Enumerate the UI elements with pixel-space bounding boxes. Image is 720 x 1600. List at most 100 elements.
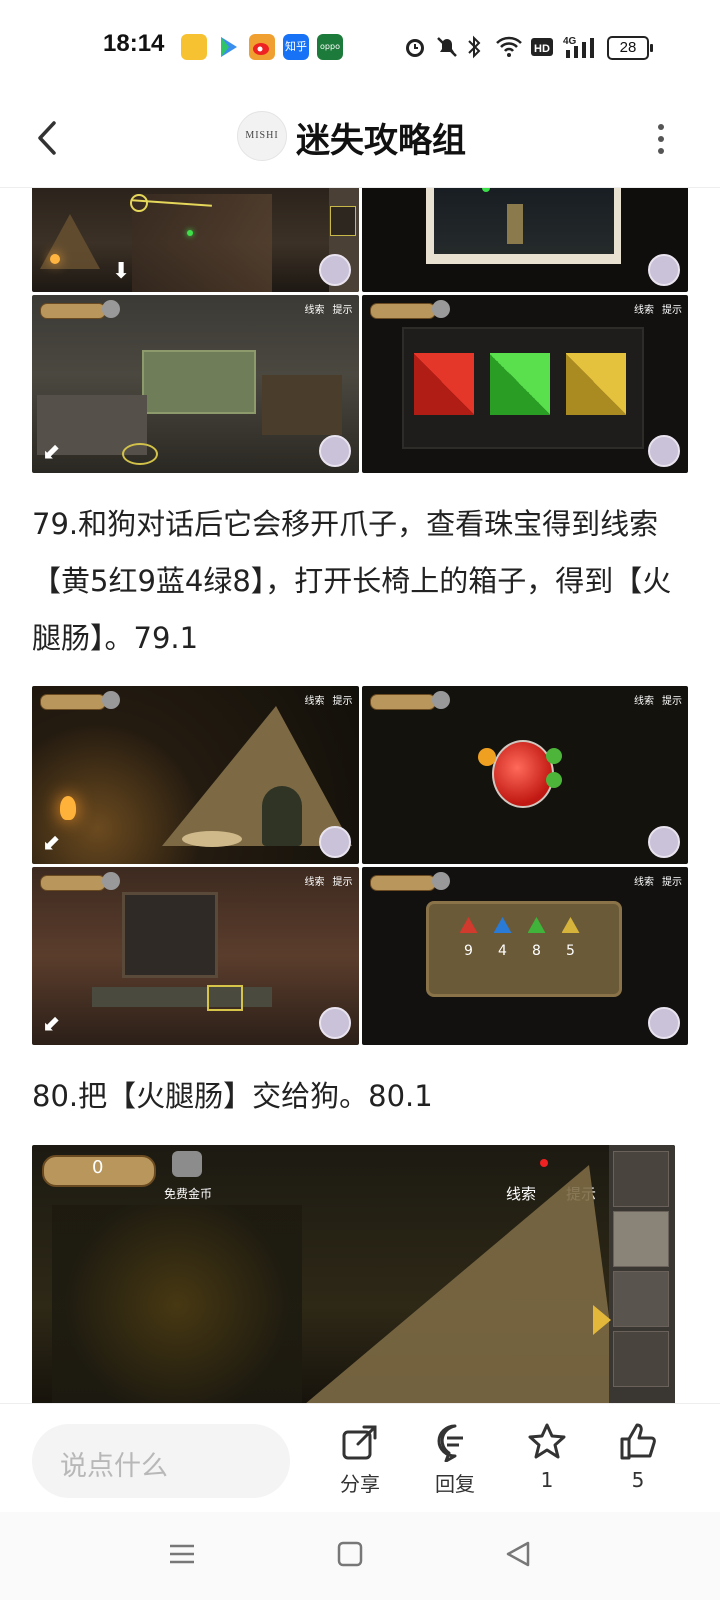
- comment-placeholder: 说点什么: [60, 1451, 168, 1482]
- step-80-text: 80.把【火腿肠】交给狗。80.1: [32, 1079, 433, 1113]
- game-screenshot-tent[interactable]: 线索 提示 ⬋: [32, 686, 359, 864]
- cat-avatar-icon: [318, 1007, 351, 1039]
- free-coins-icon[interactable]: [102, 300, 120, 318]
- home-icon[interactable]: [336, 1540, 364, 1572]
- box-highlight[interactable]: [207, 985, 243, 1011]
- coin-counter: [369, 694, 436, 710]
- clues-label[interactable]: 线索: [305, 873, 325, 888]
- game-screenshot-color-puzzle[interactable]: 线索 提示: [361, 295, 688, 473]
- game-screenshot-photo[interactable]: [361, 188, 688, 292]
- free-coins-icon[interactable]: [431, 300, 450, 318]
- free-coins-icon[interactable]: [102, 872, 120, 890]
- inventory-slot-4[interactable]: [613, 1331, 669, 1387]
- account-avatar[interactable]: MISHI: [237, 111, 287, 161]
- svg-text:HD: HD: [534, 43, 550, 55]
- battery-indicator: 28: [607, 36, 653, 60]
- back-scene-icon: ⬋: [42, 1012, 61, 1037]
- favorite-button[interactable]: 1: [512, 1422, 582, 1492]
- free-coins-icon[interactable]: [431, 691, 450, 709]
- star-icon: [528, 1423, 566, 1459]
- screenshot-grid-78: ⬇ 线索 提示 ⬋ 线索 提示: [32, 188, 688, 473]
- bluetooth-icon: [468, 35, 481, 59]
- mute-icon: [437, 37, 457, 57]
- hint-label[interactable]: 提示: [662, 692, 682, 707]
- free-coins-icon[interactable]: [102, 691, 120, 709]
- green-tile[interactable]: [489, 353, 550, 415]
- inventory-slot-1[interactable]: [613, 1151, 669, 1207]
- notes-app-icon: [181, 34, 207, 60]
- oppo-app-icon: oppo: [317, 34, 343, 60]
- screenshot-grid-79: 线索 提示 ⬋ 线索 提示 线索 提示 ⬋ 线索 提示 9 4 8 5: [32, 686, 688, 1045]
- free-coins-label[interactable]: 免费金币: [164, 1185, 212, 1202]
- back-arrow-icon[interactable]: [28, 113, 68, 163]
- clues-label[interactable]: 线索: [506, 1183, 536, 1204]
- red-tile[interactable]: [413, 353, 474, 415]
- down-arrow-icon: ⬇: [112, 259, 131, 284]
- cat-avatar-icon: [318, 826, 351, 858]
- clues-label[interactable]: 线索: [305, 301, 325, 316]
- hint-label[interactable]: 提示: [662, 873, 682, 888]
- more-menu-icon[interactable]: [654, 119, 668, 159]
- game-screenshot-tent-large[interactable]: 0 免费金币 线索 提示: [32, 1145, 675, 1403]
- cat-avatar-icon: [318, 435, 351, 467]
- hint-label[interactable]: 提示: [333, 301, 353, 316]
- yellow-tile[interactable]: [565, 353, 626, 415]
- cat-avatar-icon: [648, 254, 680, 286]
- game-screenshot-bedroom[interactable]: 线索 提示 ⬋: [32, 295, 359, 473]
- system-nav-bar: [0, 1512, 720, 1600]
- coin-counter: [40, 694, 106, 710]
- gem-number-green: 8: [532, 943, 541, 959]
- cat-avatar-icon: [648, 435, 680, 467]
- recent-apps-icon[interactable]: [168, 1540, 196, 1572]
- favorite-count: 1: [540, 1468, 554, 1492]
- hint-label[interactable]: 提示: [333, 873, 353, 888]
- free-coins-icon[interactable]: [431, 872, 450, 890]
- cat-avatar-icon: [318, 254, 351, 286]
- reply-label: 回复: [435, 1472, 475, 1496]
- coin-counter: [369, 875, 436, 891]
- coin-counter: [40, 303, 106, 319]
- cat-avatar-icon: [648, 1007, 680, 1039]
- coin-counter: [369, 303, 436, 319]
- like-button[interactable]: 5: [603, 1422, 673, 1492]
- thumbs-up-icon: [620, 1423, 656, 1460]
- svg-text:4G: 4G: [563, 36, 577, 47]
- coin-value: 0: [92, 1157, 104, 1178]
- clock: 18:14: [103, 30, 165, 57]
- page-title[interactable]: 迷失攻略组: [296, 113, 466, 162]
- reply-button[interactable]: 回复: [420, 1422, 490, 1497]
- step-79-text: 79.和狗对话后它会移开爪子，查看珠宝得到线索【黄5红9蓝4绿8】，打开长椅上的…: [32, 507, 672, 655]
- clues-label[interactable]: 线索: [634, 873, 654, 888]
- comment-input[interactable]: 说点什么: [32, 1424, 290, 1498]
- cat-avatar-icon: [648, 826, 680, 858]
- top-nav: MISHI 迷失攻略组: [0, 95, 720, 188]
- play-app-icon: [215, 34, 241, 60]
- clues-label[interactable]: 线索: [634, 301, 654, 316]
- hint-label[interactable]: 提示: [662, 301, 682, 316]
- article-body: ⬇ 线索 提示 ⬋ 线索 提示 79.和狗对话后它会移开爪子，查看珠宝得到线索【…: [0, 188, 720, 1403]
- coin-counter: [40, 875, 106, 891]
- reply-bubble-icon: [437, 1424, 463, 1462]
- system-back-icon[interactable]: [504, 1540, 532, 1572]
- inventory-slot-3[interactable]: [613, 1271, 669, 1327]
- inventory-slot-2[interactable]: [613, 1211, 669, 1267]
- red-jewel[interactable]: [491, 740, 554, 808]
- game-screenshot-gem-code[interactable]: 线索 提示 9 4 8 5: [361, 867, 688, 1045]
- game-screenshot-jewel[interactable]: 线索 提示: [361, 686, 688, 864]
- like-count: 5: [631, 1468, 645, 1492]
- share-button[interactable]: 分享: [325, 1422, 395, 1497]
- clues-label[interactable]: 线索: [634, 692, 654, 707]
- alarm-icon: [406, 39, 424, 57]
- clues-label[interactable]: 线索: [305, 692, 325, 707]
- hint-label[interactable]: 提示: [333, 692, 353, 707]
- status-bar: 18:14 知乎 oppo HD 4G 28: [0, 0, 720, 95]
- share-icon: [342, 1425, 377, 1460]
- weibo-app-icon: [249, 34, 275, 60]
- game-screenshot-bench[interactable]: 线索 提示 ⬋: [32, 867, 359, 1045]
- game-screenshot-railway[interactable]: ⬇: [32, 188, 359, 292]
- gem-number-red: 9: [464, 943, 473, 959]
- wifi-icon: [496, 36, 522, 57]
- free-coins-icon[interactable]: [172, 1151, 202, 1177]
- back-scene-icon: ⬋: [42, 440, 61, 465]
- signal-icon: 4G: [563, 36, 594, 58]
